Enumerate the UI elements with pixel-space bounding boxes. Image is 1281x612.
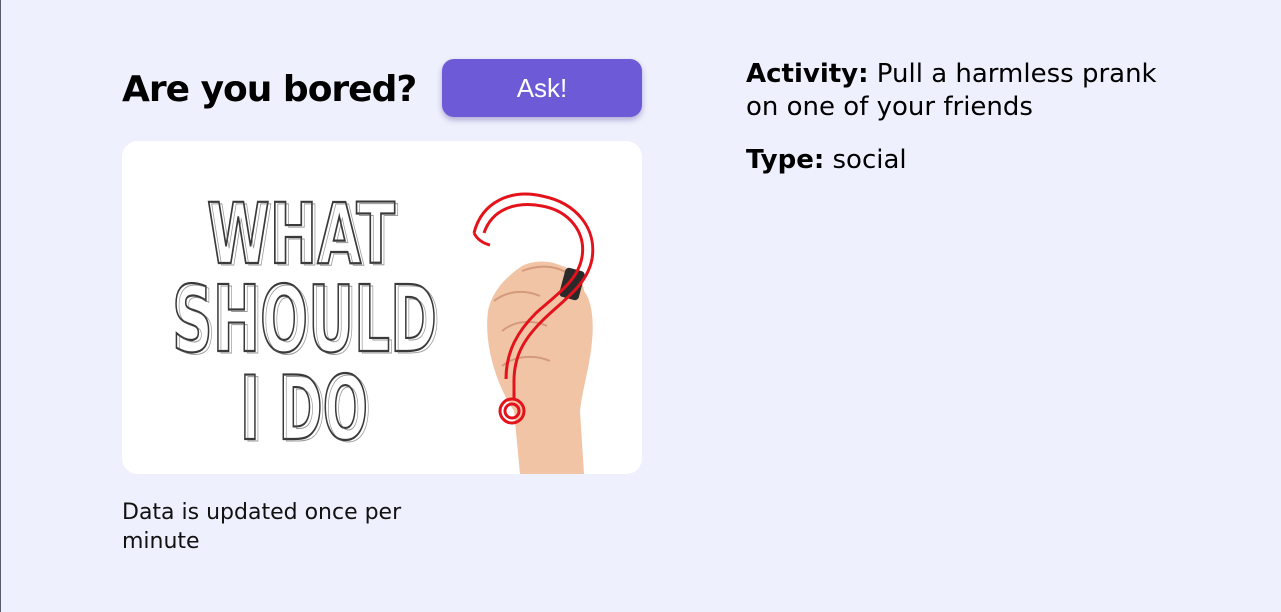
ask-button[interactable]: Ask!: [442, 59, 642, 117]
header-row: Are you bored? Ask!: [122, 59, 642, 117]
what-should-i-do-illustration: WHAT SHOULD I DO WHAT SHOULD I DO: [122, 141, 642, 474]
type-label: Type:: [746, 145, 825, 175]
left-column: Are you bored? Ask! WHAT SHOULD I DO WHA…: [122, 59, 642, 556]
activity-label: Activity:: [746, 59, 869, 89]
svg-text:I DO: I DO: [243, 359, 371, 462]
result-panel: Activity: Pull a harmless prank on one o…: [746, 58, 1166, 197]
activity-row: Activity: Pull a harmless prank on one o…: [746, 58, 1166, 124]
what-should-i-do-image: WHAT SHOULD I DO WHAT SHOULD I DO: [122, 141, 642, 474]
type-row: Type: social: [746, 144, 1166, 177]
page-title: Are you bored?: [122, 69, 417, 110]
type-value: social: [832, 145, 907, 175]
update-note: Data is updated once per minute: [122, 500, 402, 554]
